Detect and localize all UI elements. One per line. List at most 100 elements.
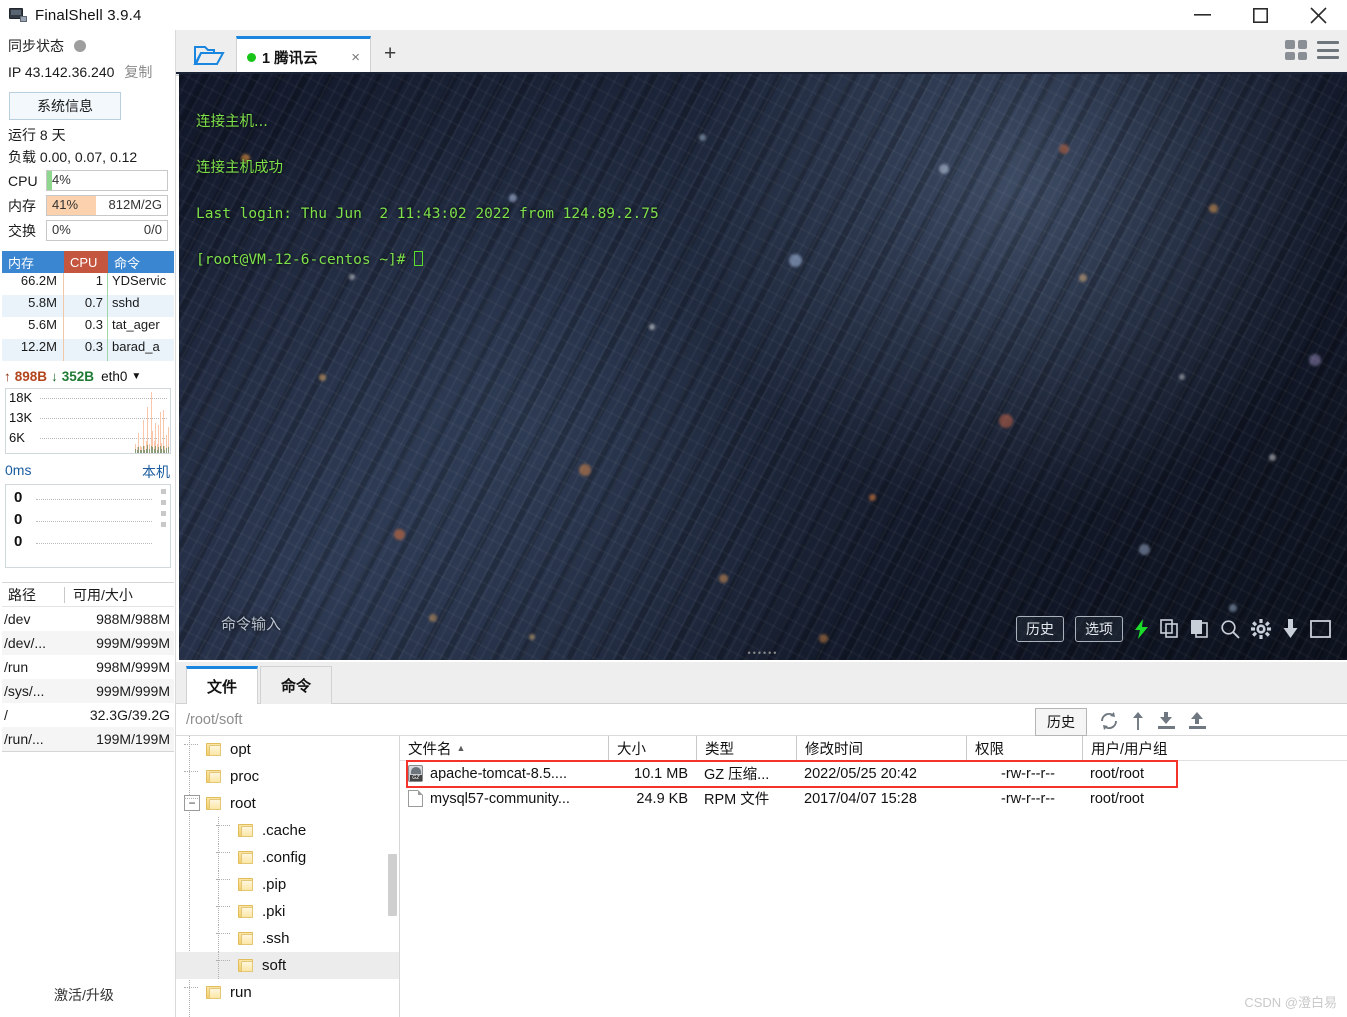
tab-files[interactable]: 文件 [186,666,258,704]
file-panel: 文件 命令 /root/soft 历史 opt proc − root .cac… [176,662,1347,1017]
hamburger-menu-icon[interactable] [1317,41,1339,59]
sort-icon[interactable] [1131,711,1145,733]
disk-table-header: 路径 可用/大小 [2,583,174,607]
cpu-meter: 4% [46,170,168,191]
tree-item-dot-config[interactable]: .config [176,844,399,871]
tree-item-opt[interactable]: opt [176,736,399,763]
search-icon[interactable] [1220,619,1240,639]
options-button[interactable]: 选项 [1075,616,1123,642]
process-row[interactable]: 5.6M 0.3 tat_ager [2,317,174,339]
disk-col-size[interactable]: 可用/大小 [65,585,174,605]
upload-icon[interactable] [1188,711,1207,733]
window-icon[interactable] [1310,620,1331,638]
column-header-name[interactable]: 文件名 ▲ [400,736,608,761]
close-button[interactable] [1289,0,1347,30]
command-input-placeholder[interactable]: 命令输入 [221,613,281,634]
disk-row[interactable]: /run 998M/999M [2,655,174,679]
tree-item-dot-pki[interactable]: .pki [176,898,399,925]
network-interface-label[interactable]: eth0 [101,369,127,384]
process-mem: 12.2M [2,339,64,361]
tree-item-proc[interactable]: proc [176,763,399,790]
process-col-cmd[interactable]: 命令 [108,251,174,273]
copy-icon[interactable] [1160,619,1179,639]
column-header-type[interactable]: 类型 [696,736,796,761]
activate-upgrade-link[interactable]: 激活/升级 [54,985,114,1005]
column-header-permissions[interactable]: 权限 [966,736,1082,761]
download-icon[interactable] [1282,619,1299,639]
refresh-icon[interactable] [1099,711,1119,733]
tree-item-run[interactable]: run [176,979,399,1006]
background-light [719,574,728,583]
file-list[interactable]: 文件名 ▲ 大小 类型 修改时间 权限 用户/用户组 GZ apache-tomc… [400,736,1347,1017]
tab-commands[interactable]: 命令 [260,666,332,704]
column-header-owner[interactable]: 用户/用户组 [1082,736,1202,761]
tree-scrollbar[interactable] [388,854,397,916]
disk-row[interactable]: /sys/... 999M/999M [2,679,174,703]
terminal-view[interactable]: 连接主机... 连接主机成功 Last login: Thu Jun 2 11:… [179,74,1347,660]
grid-view-icon[interactable] [1285,40,1307,60]
tree-item-dot-ssh[interactable]: .ssh [176,925,399,952]
folder-icon [238,959,253,972]
disk-row[interactable]: /run/... 199M/199M [2,727,174,751]
swap-meter: 0% 0/0 [46,220,168,241]
file-history-button[interactable]: 历史 [1035,708,1087,736]
folder-icon [206,770,221,783]
download-icon[interactable] [1157,711,1176,733]
history-button[interactable]: 历史 [1016,616,1064,642]
tree-item-label: .pki [262,903,286,920]
disk-row[interactable]: / 32.3G/39.2G [2,703,174,727]
download-arrow-icon: ↓ [51,369,58,384]
current-path[interactable]: /root/soft [186,712,242,728]
cpu-meter-row: CPU 4% [0,168,176,193]
connection-status-dot [247,53,256,62]
disk-row[interactable]: /dev/... 999M/999M [2,631,174,655]
new-tab-button[interactable]: + [384,42,396,66]
process-cmd: tat_ager [112,317,160,332]
paste-icon[interactable] [1190,619,1209,639]
uptime-label: 运行 8 天 [8,127,66,143]
background-light [529,634,535,640]
maximize-button[interactable] [1231,0,1289,30]
file-size: 24.9 KB [636,790,688,807]
process-col-mem[interactable]: 内存 [2,251,64,273]
directory-tree[interactable]: opt proc − root .cache .config .pip .pki .ssh sof… [176,736,400,1017]
swap-meter-row: 交换 0% 0/0 [0,218,176,243]
chevron-down-icon[interactable]: ▼ [131,371,141,382]
open-folder-icon[interactable] [186,38,232,72]
copy-ip-button[interactable]: 复制 [124,62,152,82]
folder-icon [238,824,253,837]
file-row[interactable]: GZ apache-tomcat-8.5.... 10.1 MB GZ 压缩... 20… [400,761,1347,786]
column-header-size[interactable]: 大小 [608,736,696,761]
background-light [649,324,655,330]
file-panel-body: opt proc − root .cache .config .pip .pki .ssh sof… [176,736,1347,1017]
column-header-modified[interactable]: 修改时间 [796,736,966,761]
ip-row: IP 43.142.36.240 复制 [0,58,176,86]
terminal-line-1: 连接主机成功 [196,160,283,176]
process-row[interactable]: 12.2M 0.3 barad_a [2,339,174,361]
tree-item-dot-cache[interactable]: .cache [176,817,399,844]
disk-col-path[interactable]: 路径 [2,585,64,605]
bolt-icon[interactable] [1134,619,1149,639]
disk-row[interactable]: /dev 988M/988M [2,607,174,631]
process-row[interactable]: 66.2M 1 YDServic [2,273,174,295]
process-col-cpu[interactable]: CPU [64,251,108,273]
file-row[interactable]: mysql57-community... 24.9 KB RPM 文件 2017/04… [400,786,1347,811]
terminal-resize-handle[interactable]: •••••• [748,648,779,658]
file-name-cell: mysql57-community... [400,786,608,811]
system-info-button[interactable]: 系统信息 [9,92,121,120]
terminal-cursor [414,251,424,266]
disk-table: 路径 可用/大小 /dev 988M/988M/dev/... 999M/999M /… [2,582,174,752]
tree-item-root[interactable]: − root [176,790,399,817]
background-light [869,494,876,501]
minimize-button[interactable] [1173,0,1231,30]
close-tab-icon[interactable]: × [351,49,360,66]
tree-item-soft[interactable]: soft [176,952,399,979]
process-mem: 5.8M [2,295,64,317]
gear-icon[interactable] [1251,619,1271,639]
disk-size: 998M/999M [96,659,170,675]
terminal-tab[interactable]: 1 腾讯云 × [236,36,371,76]
tree-item-dot-pip[interactable]: .pip [176,871,399,898]
latency-target[interactable]: 本机 [142,462,170,482]
process-row[interactable]: 5.8M 0.7 sshd [2,295,174,317]
background-light [429,614,437,622]
